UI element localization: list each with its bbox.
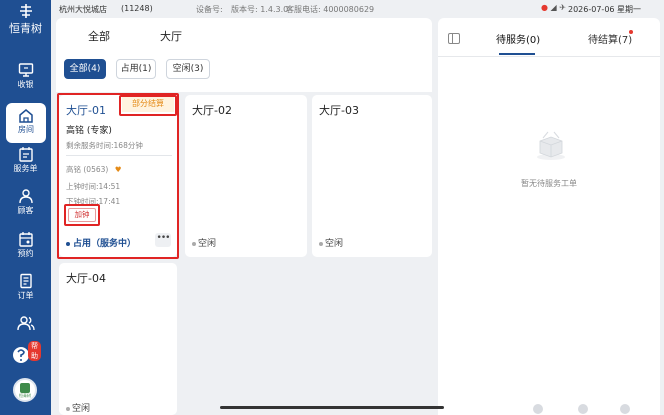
sidebar-item-appointments[interactable]: 预约	[0, 231, 51, 271]
users-icon	[0, 315, 51, 331]
room-status-text: 空闲	[198, 239, 217, 249]
medal-icon: ♥	[114, 165, 122, 174]
sidebar-item-label: 预约	[17, 249, 34, 258]
room-status: 空闲	[319, 236, 343, 249]
record-icon: ●	[541, 3, 548, 12]
room-status: 空闲	[66, 401, 90, 414]
home-icon	[6, 103, 46, 123]
notification-dot	[629, 30, 633, 34]
tab-pending-settlement[interactable]: 待结算(7)	[588, 31, 632, 46]
sidebar-item-label: 服务单	[13, 164, 38, 173]
technician-code: 高铭 (0563)	[66, 165, 109, 174]
add-clock-button[interactable]: 加钟	[68, 208, 96, 222]
scroll-dot	[620, 404, 630, 414]
status-dot	[319, 241, 323, 246]
sidebar-item-rooms[interactable]: 房间	[6, 103, 46, 143]
sidebar-item-label: 订单	[17, 291, 34, 300]
room-status-text: 空闲	[72, 404, 91, 414]
store-code: (11248)	[121, 4, 153, 13]
technician-name: 高铭 (专家)	[66, 126, 112, 136]
room-name: 大厅-03	[319, 104, 359, 117]
device-number: 设备号:	[196, 5, 223, 14]
calendar-icon	[0, 231, 51, 247]
room-name: 大厅-04	[66, 272, 106, 285]
datetime: 2026-07-06 星期一	[568, 5, 642, 14]
sidebar-item-orders[interactable]: 订单	[0, 273, 51, 313]
avatar[interactable]: 恒青树	[13, 378, 37, 402]
filter-all[interactable]: 全部(4)	[64, 59, 106, 79]
room-card-01[interactable]: 大厅-01 部分结算 高铭 (专家) 剩余服务时间:168分钟 高铭 (0563…	[59, 95, 177, 257]
status-dot	[66, 241, 70, 246]
version-number: 版本号: 1.4.3.0	[231, 5, 289, 14]
status-dot	[192, 241, 196, 246]
signal-icon: ◢	[550, 3, 557, 12]
sidebar-item-service-orders[interactable]: 服务单	[0, 146, 51, 186]
user-icon	[0, 188, 51, 204]
store-name: 杭州大悦城店	[59, 5, 107, 14]
sidebar-item-label: 顾客	[17, 206, 34, 215]
clock-in-time: 上钟时间:14:51	[66, 182, 121, 191]
technician-code-row: 高铭 (0563) ♥	[66, 164, 121, 175]
empty-box-icon	[534, 128, 568, 162]
logo-text: 恒青树	[9, 22, 42, 35]
collapse-panel-icon[interactable]	[448, 33, 460, 44]
help-button[interactable]: 帮助	[11, 341, 41, 367]
rooms-panel: 全部 大厅 全部(4) 占用(1) 空闲(3) 大厅-01 部分结算 高铭 (专…	[56, 18, 432, 415]
monitor-icon	[0, 62, 51, 78]
sidebar-item-cashier[interactable]: 收银	[0, 62, 51, 102]
satellite-icon: ✈	[559, 3, 566, 12]
document-icon	[0, 273, 51, 289]
room-status-text: 空闲	[325, 239, 344, 249]
calendar-list-icon	[0, 146, 51, 162]
room-name: 大厅-01	[66, 104, 106, 117]
avatar-logo-icon	[20, 383, 30, 393]
sidebar-item-label: 收银	[17, 80, 34, 89]
scroll-dot	[533, 404, 543, 414]
work-order-panel: 待服务(0) 待结算(7) 暂无待服务工单	[438, 18, 660, 415]
status-dot	[66, 406, 70, 411]
home-indicator	[220, 406, 444, 409]
tab-hall[interactable]: 大厅	[160, 28, 182, 44]
room-status-text: 占用（服务中）	[73, 239, 137, 249]
scroll-dot	[578, 404, 588, 414]
remaining-time: 剩余服务时间:168分钟	[66, 141, 143, 150]
room-status: 空闲	[192, 236, 216, 249]
more-button[interactable]: •••	[155, 233, 171, 247]
partial-settlement-badge: 部分结算	[122, 97, 174, 112]
logo-icon	[0, 4, 51, 22]
tab-all[interactable]: 全部	[88, 28, 110, 44]
room-card-03[interactable]: 大厅-03 空闲	[312, 95, 432, 257]
empty-state-text: 暂无待服务工单	[521, 179, 577, 188]
room-name: 大厅-02	[192, 104, 232, 117]
sidebar: 恒青树 收银 房间 服务单 顾客 预约 订单 帮助 恒青树	[0, 0, 51, 415]
divider	[66, 155, 172, 156]
help-badge: 帮助	[28, 341, 41, 361]
room-status: 占用（服务中）	[66, 236, 136, 249]
service-phone: 客服电话: 4000080629	[286, 5, 375, 14]
status-icons: ● ◢ ✈	[541, 3, 566, 12]
avatar-text: 恒青树	[19, 393, 31, 398]
divider	[438, 56, 660, 57]
sidebar-item-customers[interactable]: 顾客	[0, 188, 51, 228]
room-card-04[interactable]: 大厅-04 空闲	[59, 263, 177, 415]
app-logo: 恒青树	[0, 4, 51, 36]
area-tabs: 全部 大厅	[56, 18, 432, 54]
filter-idle[interactable]: 空闲(3)	[166, 59, 210, 79]
status-bar: 杭州大悦城店 (11248) 设备号: 版本号: 1.4.3.0 客服电话: 4…	[51, 0, 664, 18]
room-card-02[interactable]: 大厅-02 空闲	[185, 95, 307, 257]
filter-occupied[interactable]: 占用(1)	[116, 59, 156, 79]
tab-pending-service[interactable]: 待服务(0)	[496, 31, 540, 46]
active-tab-indicator	[499, 53, 535, 55]
sidebar-item-label: 房间	[18, 125, 34, 134]
